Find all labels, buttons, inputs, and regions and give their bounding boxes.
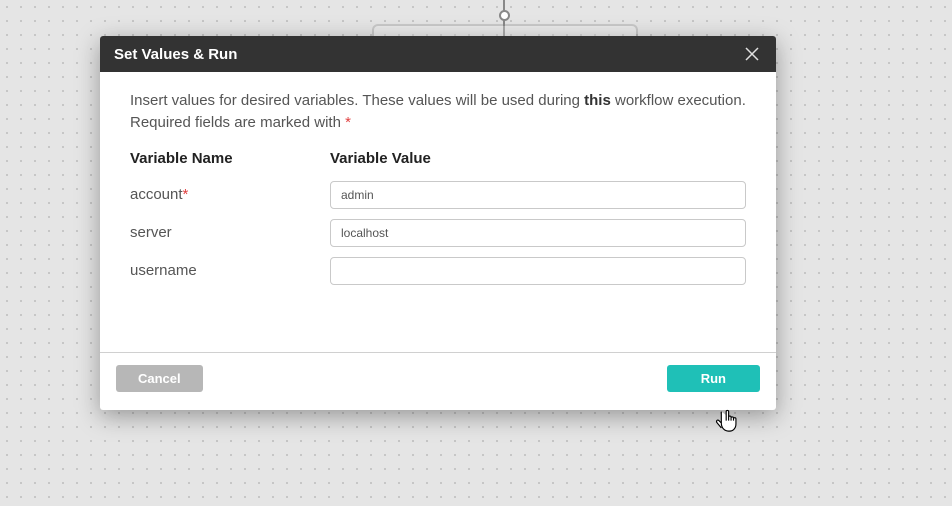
- modal-description: Insert values for desired variables. The…: [130, 90, 746, 134]
- variable-name-label: account: [130, 186, 183, 203]
- run-button[interactable]: Run: [667, 365, 760, 392]
- variables-grid: Variable Name Variable Value account* se…: [130, 150, 746, 285]
- modal-footer: Cancel Run: [100, 352, 776, 410]
- desc-bold: this: [584, 92, 611, 109]
- close-button[interactable]: [742, 44, 762, 64]
- variable-name: server: [130, 224, 330, 241]
- modal-body: Insert values for desired variables. The…: [100, 72, 776, 352]
- connector-dot: [499, 10, 510, 21]
- column-header-value: Variable Value: [330, 150, 746, 167]
- variable-value-input[interactable]: [330, 219, 746, 247]
- set-values-modal: Set Values & Run Insert values for desir…: [100, 36, 776, 410]
- variable-value-input[interactable]: [330, 181, 746, 209]
- variable-value-input[interactable]: [330, 257, 746, 285]
- close-icon: [744, 46, 760, 62]
- cancel-button[interactable]: Cancel: [116, 365, 203, 392]
- column-header-name: Variable Name: [130, 150, 330, 167]
- required-mark: *: [183, 186, 189, 203]
- variable-name-label: username: [130, 262, 197, 279]
- modal-title: Set Values & Run: [114, 46, 237, 63]
- modal-header: Set Values & Run: [100, 36, 776, 72]
- variable-name: account*: [130, 186, 330, 203]
- required-mark: *: [345, 114, 351, 131]
- variable-name: username: [130, 262, 330, 279]
- variable-name-label: server: [130, 224, 172, 241]
- desc-prefix: Insert values for desired variables. The…: [130, 92, 584, 109]
